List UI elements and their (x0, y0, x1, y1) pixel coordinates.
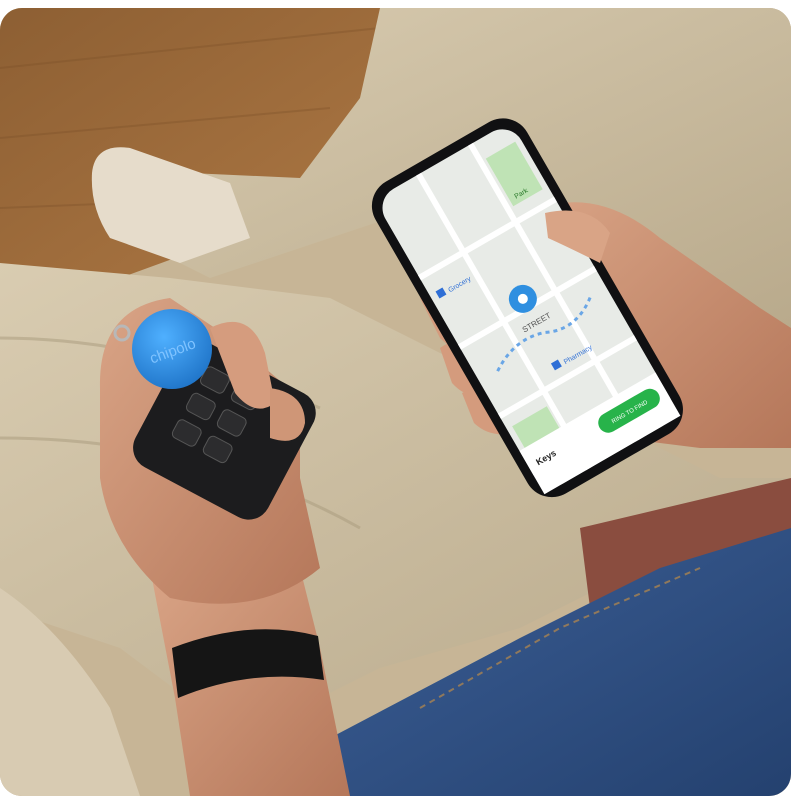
product-photo: chipolo STREET Grocery Pharmacy Park Key… (0, 8, 791, 796)
